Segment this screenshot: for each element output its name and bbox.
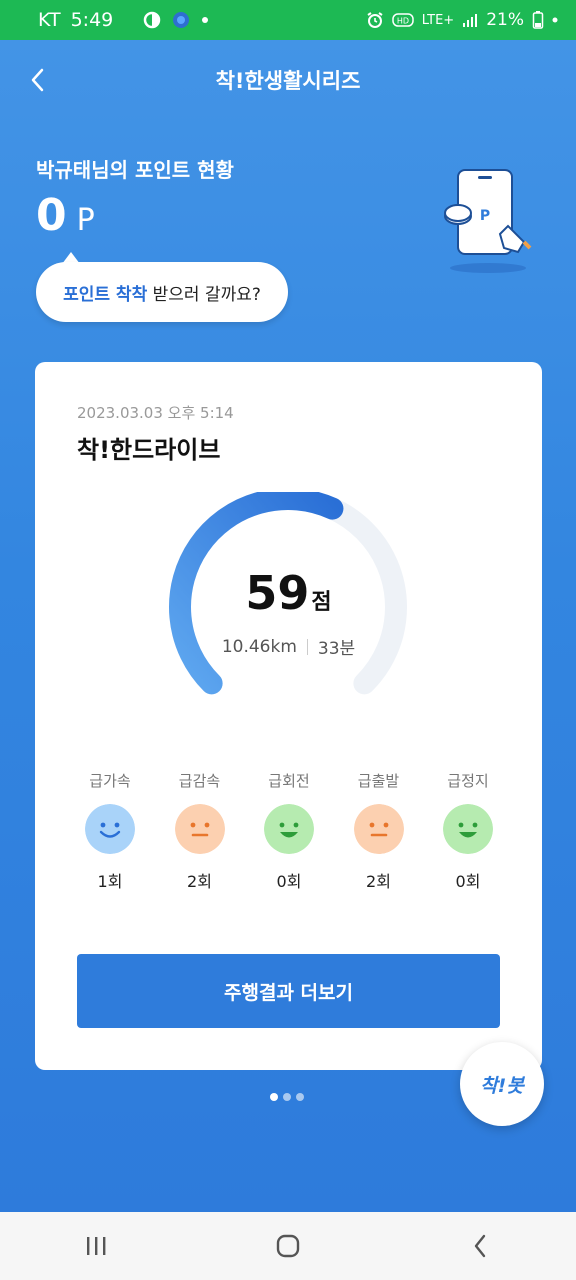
points-number: 0 xyxy=(36,190,67,241)
clock: 5:49 xyxy=(70,9,114,31)
alarm-icon xyxy=(366,11,384,29)
system-nav-bar xyxy=(0,1212,576,1280)
duration: 33분 xyxy=(317,639,356,659)
event-label: 급가속 xyxy=(89,772,131,790)
carrier: KT xyxy=(38,9,61,31)
bixby-icon xyxy=(143,11,161,29)
hd-voice-icon: HD xyxy=(391,12,414,28)
recent-apps-icon xyxy=(87,1237,106,1255)
event-list: 급가속 1회 급감속 2회 급회전 0회 급출발 2회 급정지 0회 xyxy=(77,770,501,892)
pager-dot[interactable] xyxy=(283,1093,291,1101)
page-title: 착!한생활시리즈 xyxy=(215,69,361,93)
score-unit: 점 xyxy=(311,590,332,615)
points-unit: P xyxy=(76,203,95,238)
event-count: 1회 xyxy=(97,872,123,891)
card-title: 착!한드라이브 xyxy=(77,436,221,464)
score-value: 59 xyxy=(245,566,310,620)
system-back-button[interactable] xyxy=(450,1221,510,1271)
event-count: 2회 xyxy=(366,872,391,891)
score: 59 점 xyxy=(35,566,542,620)
drive-stats: 10.46km 33분 xyxy=(35,634,542,660)
back-button[interactable] xyxy=(22,64,52,96)
app-notification-icon xyxy=(171,10,191,30)
event-item: 급정지 0회 xyxy=(435,770,501,892)
home-icon xyxy=(276,1234,300,1258)
event-item: 급가속 1회 xyxy=(77,770,143,892)
event-count: 0회 xyxy=(276,872,302,891)
grin-face-icon xyxy=(443,804,493,854)
point-prompt-bubble[interactable]: 포인트 착착 받으러 갈까요? xyxy=(36,262,288,322)
network-type: LTE+ xyxy=(421,12,455,28)
bubble-highlight: 포인트 착착 xyxy=(63,284,148,305)
event-count: 2회 xyxy=(187,872,212,891)
pager-dot[interactable] xyxy=(270,1093,278,1101)
neutral-face-icon xyxy=(174,804,225,854)
view-more-results-button[interactable]: 주행결과 더보기 xyxy=(77,954,500,1028)
chevron-left-icon xyxy=(31,68,44,92)
event-label: 급출발 xyxy=(357,772,400,790)
phone-point-illustration-icon: P xyxy=(444,169,532,273)
event-label: 급감속 xyxy=(178,772,221,790)
neutral-face-icon xyxy=(353,804,404,854)
status-bar: KT 5:49 HD LTE+ 21% xyxy=(0,0,576,40)
home-button[interactable] xyxy=(258,1221,318,1271)
bubble-text: 받으러 갈까요? xyxy=(147,284,261,305)
battery-percent: 21% xyxy=(486,10,524,30)
back-icon xyxy=(474,1234,486,1258)
drive-date: 2023.03.03 오후 5:14 xyxy=(77,404,234,422)
event-label: 급회전 xyxy=(268,772,310,790)
grin-face-icon xyxy=(264,804,314,854)
signal-icon xyxy=(462,12,478,28)
event-item: 급출발 2회 xyxy=(346,770,412,892)
pager-dot[interactable] xyxy=(296,1093,304,1101)
points-label: 박규태님의 포인트 현황 xyxy=(36,158,234,182)
event-label: 급정지 xyxy=(447,772,489,790)
notification-dot-icon xyxy=(552,17,558,23)
event-count: 0회 xyxy=(455,872,481,891)
stats-divider xyxy=(306,638,308,655)
more-notifications-icon xyxy=(201,16,209,24)
chatbot-button[interactable]: 착!봇 xyxy=(460,1042,544,1126)
drive-result-card: 2023.03.03 오후 5:14 착!한드라이브 59 점 10.46km … xyxy=(35,362,542,1070)
chatbot-label: 착!봇 xyxy=(480,1074,524,1097)
event-item: 급감속 2회 xyxy=(167,770,233,892)
svg-text:P: P xyxy=(480,208,490,224)
pager-dots xyxy=(270,1093,304,1101)
app-header: 착!한생활시리즈 xyxy=(0,52,576,108)
distance: 10.46km xyxy=(221,636,297,657)
points-value: 0 P xyxy=(36,190,95,241)
battery-icon xyxy=(532,10,544,30)
smile-face-icon xyxy=(85,804,135,854)
recent-apps-button[interactable] xyxy=(66,1221,126,1271)
svg-text:HD: HD xyxy=(397,17,409,26)
event-item: 급회전 0회 xyxy=(256,770,322,892)
